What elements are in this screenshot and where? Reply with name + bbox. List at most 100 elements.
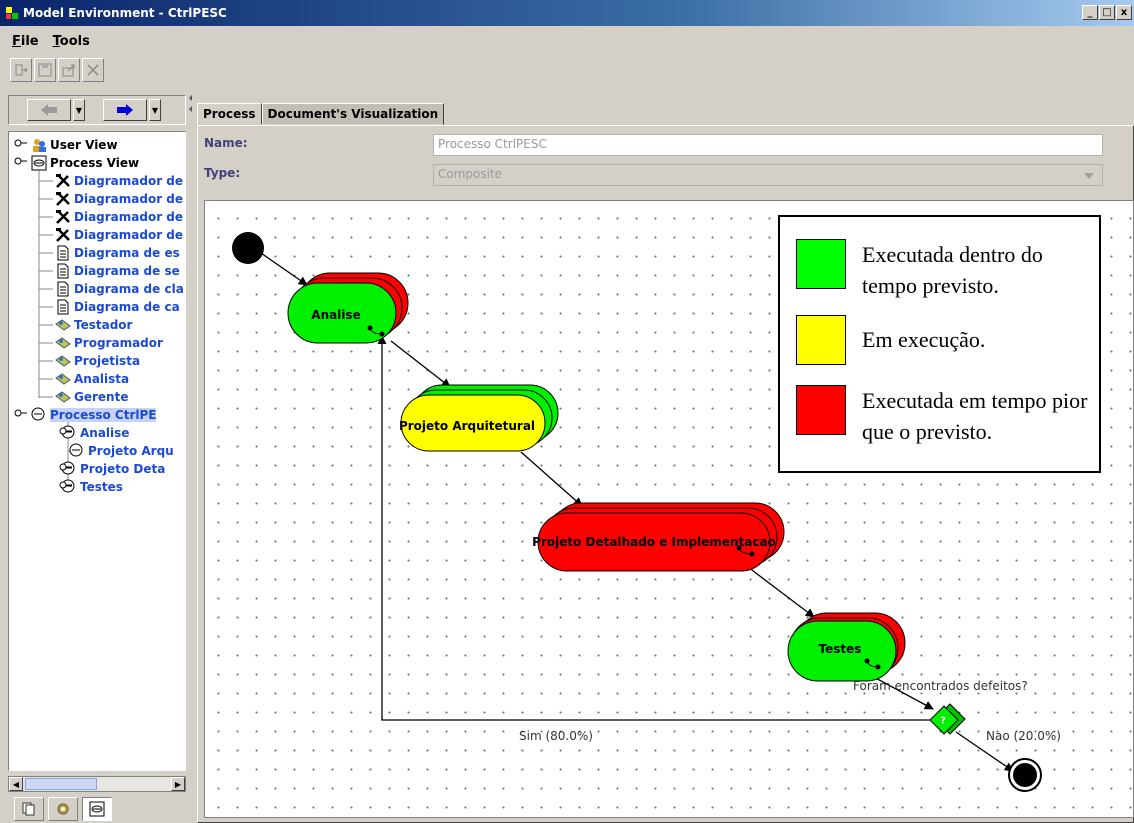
document-icon [55,281,71,297]
scroll-right-button[interactable]: ▶ [171,777,185,791]
tree-item[interactable]: Analista [55,370,129,388]
node-label: Analise [311,308,361,322]
tree-expander-icon[interactable] [59,426,73,441]
tree-item-label: Testador [74,318,133,332]
toolbar [10,58,104,84]
project-tree[interactable]: User View Process View Diagramador de Diagr… [8,131,186,771]
menu-bar: File Tools [0,30,90,52]
delete-icon [87,64,99,76]
scroll-left-button[interactable]: ◀ [9,777,23,791]
menu-file[interactable]: File [12,34,39,49]
process-diagram-canvas[interactable]: Analise Projeto Arquitetural Projeto Det… [204,200,1134,818]
save-icon [38,63,52,77]
type-select[interactable]: Composite [433,164,1103,186]
legend-text: Executada em tempo pior que o previsto. [862,388,1088,444]
save-button[interactable] [34,58,56,82]
gear-icon [57,803,69,815]
tree-item[interactable]: Projetista [55,352,140,370]
export-icon [62,64,75,77]
tree-item[interactable]: Diagrama de se [55,262,180,280]
panel-splitter[interactable] [188,95,194,823]
tools-icon [55,191,71,207]
tree-item[interactable]: Diagrama de cla [55,280,184,298]
title-bar: Model Environment - CtrlPESC _ □ x [0,0,1134,26]
menu-tools[interactable]: Tools [53,34,90,49]
tree-item[interactable]: Diagrama de es [55,244,180,262]
decision-label: ? [940,715,946,727]
tree-item-label: Processo CtrlPE [50,408,157,422]
role-icon [55,353,71,369]
role-icon [55,317,71,333]
tree-item[interactable]: Projeto Arqu [69,442,174,460]
export-button[interactable] [58,58,80,82]
scroll-thumb[interactable] [25,778,97,790]
decision-question: Foram encontrados defeitos? [853,679,1028,693]
tools-icon [55,173,71,189]
back-button[interactable] [27,99,71,121]
start-node[interactable] [232,232,264,264]
tree-item[interactable]: Diagramador de [55,172,183,190]
legend-text: Em execução. [862,327,986,352]
maximize-button[interactable]: □ [1099,5,1115,20]
tree-horizontal-scrollbar[interactable]: ◀ ▶ [8,776,186,792]
tree-item[interactable]: Diagramador de [55,226,183,244]
close-button[interactable]: x [1116,5,1132,20]
tree-item-label: Projeto Deta [80,462,166,476]
tree-expander-icon[interactable] [14,156,28,171]
tree-item[interactable]: Process View [31,154,139,172]
legend-item: Executada em tempo pior que o previsto. [796,385,1098,447]
tree-item[interactable]: User View [31,136,118,154]
tree-item[interactable]: Diagramador de [55,190,183,208]
tree-expander-icon[interactable] [59,462,73,477]
tree-item-label: Diagrama de se [74,264,180,278]
edge-label-nao: Nao (20.0%) [986,729,1061,743]
chevron-down-icon [1084,173,1094,179]
tree-item-label: Diagrama de cla [74,282,184,296]
tree-item-label: Process View [50,156,140,170]
tree-item-label: Diagramador de [74,228,184,242]
role-icon [55,335,71,351]
tree-expander-icon[interactable] [59,480,73,495]
edge-analise-arquitetural[interactable] [390,340,451,388]
edge-arquitetural-detalhado[interactable] [520,451,583,507]
tree-item[interactable]: Diagrama de ca [55,298,180,316]
tab-process-view[interactable] [82,797,112,821]
tree-item[interactable]: Diagramador de [55,208,183,226]
import-button[interactable] [10,58,32,82]
tree-item[interactable]: Projeto Deta [61,460,165,478]
node-projeto-arquitetural[interactable] [400,384,559,452]
tree-item-label: Gerente [74,390,129,404]
tab-process[interactable]: Process [197,103,262,125]
node-label: Projeto Arquitetural [398,419,536,433]
document-icon [55,245,71,261]
process-icon [89,801,105,817]
name-field[interactable]: Processo CtrlPESC [433,134,1103,156]
tab-roles-view[interactable] [48,797,78,821]
tree-item[interactable]: Processo CtrlPE [31,406,157,424]
process-view-icon [31,155,47,171]
delete-button[interactable] [82,58,104,82]
tree-item-label: Programador [74,336,163,350]
tree-expander-icon[interactable] [14,408,28,423]
tree-item-label: Diagrama de es [74,246,180,260]
end-node[interactable] [1008,758,1042,792]
minimize-button[interactable]: _ [1082,5,1098,20]
decision-node[interactable] [929,703,966,735]
edge-label-sim: Sim (80.0%) [519,729,593,743]
legend: Executada dentro do tempo previsto. Em e… [778,215,1101,473]
forward-button[interactable] [103,99,147,121]
edge-start-analise[interactable] [257,250,308,286]
tree-item[interactable]: Gerente [55,388,128,406]
tab-documents-visualization[interactable]: Document's Visualization [261,103,445,125]
tree-item[interactable]: Testador [55,316,132,334]
back-history-dropdown[interactable]: ▼ [73,99,85,121]
type-label: Type: [204,166,241,180]
documents-icon [22,802,35,816]
window-title: Model Environment - CtrlPESC [23,6,227,20]
forward-history-dropdown[interactable]: ▼ [149,99,161,121]
tab-documents-view[interactable] [14,797,44,821]
legend-swatch-red [796,385,846,435]
tools-icon [55,209,71,225]
tree-expander-icon[interactable] [14,138,28,153]
tree-item[interactable]: Programador [55,334,163,352]
